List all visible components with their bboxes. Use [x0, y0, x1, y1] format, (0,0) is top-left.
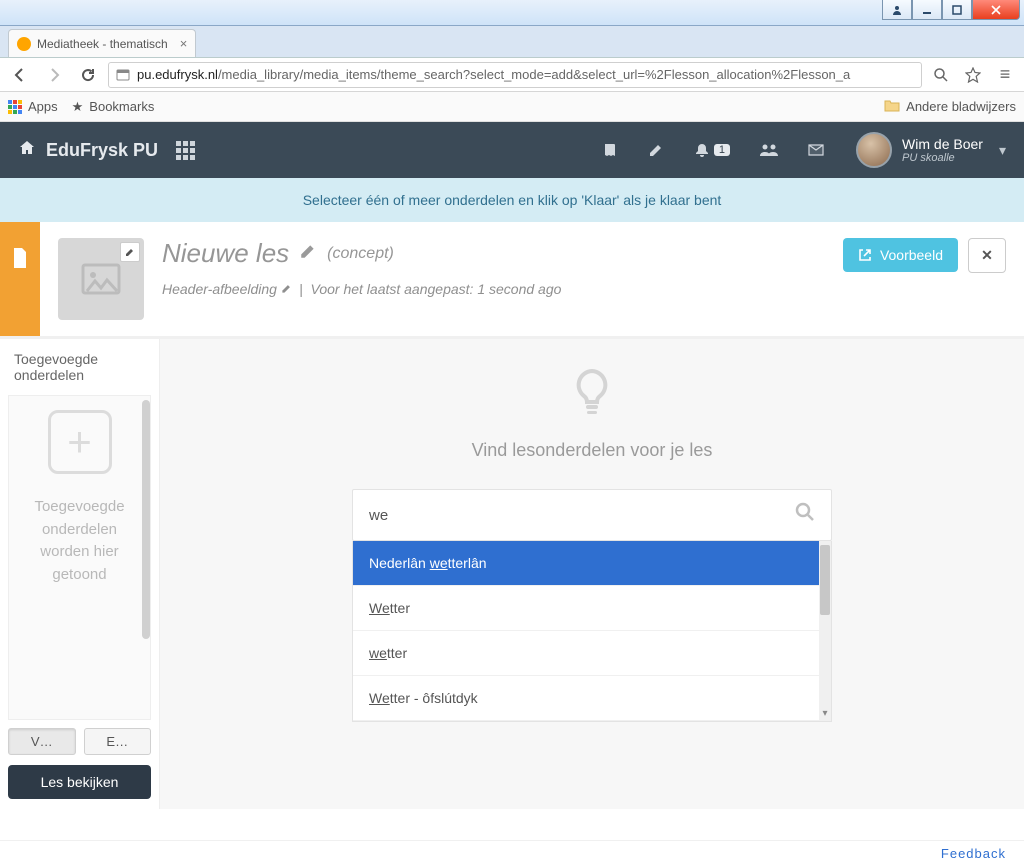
- main-panel: Vind lesonderdelen voor je les ▾ Nederlâ…: [160, 339, 1024, 809]
- file-icon: [12, 248, 28, 268]
- tab-close-icon[interactable]: ×: [174, 36, 188, 51]
- main-heading: Vind lesonderdelen voor je les: [472, 440, 713, 461]
- footer: Feedback: [0, 840, 1024, 866]
- notifications-icon[interactable]: 1: [688, 136, 736, 164]
- url-path: /media_library/media_items/theme_search?…: [218, 67, 850, 82]
- folder-icon: [884, 98, 900, 115]
- scrollbar-thumb[interactable]: [820, 545, 830, 615]
- close-button[interactable]: ✕: [968, 238, 1006, 273]
- suggestion-item[interactable]: Wetter - ôfslútdyk: [353, 676, 831, 721]
- apps-icon: [8, 100, 22, 114]
- other-bookmarks[interactable]: Andere bladwijzers: [884, 98, 1016, 115]
- dropdown-scrollbar[interactable]: ▾: [819, 541, 831, 721]
- home-icon: [18, 139, 36, 162]
- scroll-down-icon[interactable]: ▾: [822, 708, 827, 719]
- sidebar-empty-message: Toegevoegde onderdelen worden hier getoo…: [17, 496, 142, 586]
- forward-button[interactable]: [40, 61, 68, 89]
- os-close-button[interactable]: [972, 0, 1020, 20]
- pencil-icon: [299, 242, 317, 260]
- lightbulb-icon: [568, 365, 616, 428]
- side-tab[interactable]: [0, 222, 40, 336]
- feedback-link[interactable]: Feedback: [941, 846, 1006, 861]
- url-host: pu.edufrysk.nl: [137, 67, 218, 82]
- zoom-icon[interactable]: [928, 62, 954, 88]
- user-subtitle: PU skoalle: [902, 152, 983, 164]
- external-link-icon: [858, 248, 872, 262]
- view-lesson-button[interactable]: Les bekijken: [8, 765, 151, 799]
- suggestion-item[interactable]: Nederlân wetterlân: [353, 541, 831, 586]
- user-menu[interactable]: Wim de Boer PU skoalle ▾: [856, 132, 1006, 168]
- edit-title-button[interactable]: [299, 242, 317, 265]
- sidebar-btn-v[interactable]: V…: [8, 728, 76, 755]
- close-icon: ✕: [981, 247, 993, 264]
- edit-icon[interactable]: [642, 136, 670, 164]
- sidebar-dropzone: + Toegevoegde onderdelen worden hier get…: [8, 395, 151, 720]
- os-maximize-button[interactable]: [942, 0, 972, 20]
- image-placeholder-icon: [79, 257, 123, 301]
- bookmarks-shortcut[interactable]: ★ Bookmarks: [72, 99, 155, 115]
- search-box[interactable]: [352, 489, 832, 541]
- banner-text: Selecteer één of meer onderdelen en klik…: [303, 192, 722, 208]
- reload-button[interactable]: [74, 61, 102, 89]
- search-icon[interactable]: [795, 502, 815, 528]
- sidebar-btn-e[interactable]: E…: [84, 728, 152, 755]
- group-icon[interactable]: [754, 136, 784, 164]
- add-placeholder-icon: +: [48, 410, 112, 474]
- header-image-label: Header-afbeelding: [162, 281, 277, 297]
- search-input[interactable]: [369, 507, 795, 524]
- apps-grid-icon[interactable]: [176, 141, 195, 160]
- lesson-title: Nieuwe les: [162, 238, 289, 269]
- pencil-icon: [125, 247, 135, 257]
- browser-tabstrip: Mediatheek - thematisch ×: [0, 26, 1024, 58]
- header-image-thumb[interactable]: [58, 238, 144, 320]
- mail-icon[interactable]: [802, 136, 830, 164]
- brand[interactable]: EduFrysk PU: [18, 139, 158, 162]
- preview-button[interactable]: Voorbeeld: [843, 238, 958, 272]
- chevron-down-icon: ▾: [999, 142, 1006, 159]
- notification-badge: 1: [714, 144, 730, 156]
- star-icon[interactable]: [960, 62, 986, 88]
- os-titlebar: [0, 0, 1024, 26]
- bookmarks-label: Bookmarks: [89, 99, 154, 114]
- last-modified: Voor het laatst aangepast: 1 second ago: [311, 281, 562, 297]
- browser-tab[interactable]: Mediatheek - thematisch ×: [8, 29, 196, 57]
- edit-image-button[interactable]: [120, 242, 140, 262]
- suggestion-item[interactable]: wetter: [353, 631, 831, 676]
- sidebar-heading: Toegevoegde onderdelen: [0, 339, 159, 395]
- back-button[interactable]: [6, 61, 34, 89]
- apps-shortcut[interactable]: Apps: [8, 99, 58, 114]
- edit-header-image-button[interactable]: [281, 283, 295, 297]
- app-navbar: EduFrysk PU 1 Wim de Boer PU skoalle ▾: [0, 122, 1024, 178]
- tab-title: Mediatheek - thematisch: [37, 37, 168, 51]
- bookmarks-bar: Apps ★ Bookmarks Andere bladwijzers: [0, 92, 1024, 122]
- sidebar: Toegevoegde onderdelen + Toegevoegde ond…: [0, 339, 160, 809]
- suggestions-dropdown: ▾ Nederlân wetterlânWetterwetterWetter -…: [352, 541, 832, 722]
- brand-label: EduFrysk PU: [46, 140, 158, 161]
- os-user-button[interactable]: [882, 0, 912, 20]
- apps-label: Apps: [28, 99, 58, 114]
- book-icon[interactable]: [596, 136, 624, 164]
- user-name: Wim de Boer: [902, 136, 983, 152]
- preview-label: Voorbeeld: [880, 247, 943, 263]
- star-icon: ★: [72, 99, 84, 115]
- pencil-icon: [281, 283, 292, 294]
- info-banner: Selecteer één of meer onderdelen en klik…: [0, 178, 1024, 222]
- concept-label: (concept): [327, 245, 394, 263]
- menu-button[interactable]: ≡: [992, 62, 1018, 88]
- divider: |: [299, 281, 303, 297]
- lesson-header: Nieuwe les (concept) Header-afbeelding |…: [0, 222, 1024, 339]
- site-info-icon: [115, 67, 131, 83]
- os-minimize-button[interactable]: [912, 0, 942, 20]
- tab-favicon: [17, 37, 31, 51]
- avatar: [856, 132, 892, 168]
- browser-toolbar: pu.edufrysk.nl/media_library/media_items…: [0, 58, 1024, 92]
- address-bar[interactable]: pu.edufrysk.nl/media_library/media_items…: [108, 62, 922, 88]
- other-bookmarks-label: Andere bladwijzers: [906, 99, 1016, 114]
- suggestion-item[interactable]: Wetter: [353, 586, 831, 631]
